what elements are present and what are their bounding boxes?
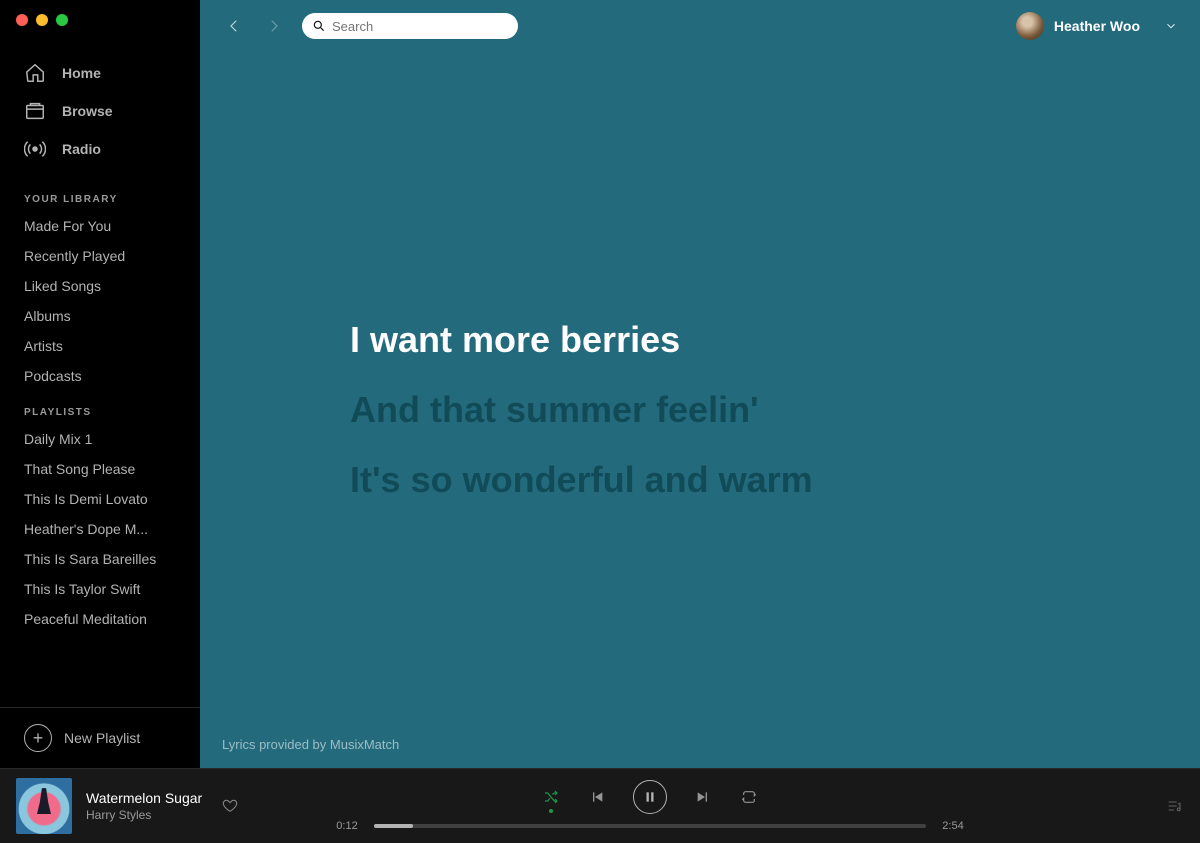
main-content: Heather Woo I want more berries And that… <box>200 0 1200 768</box>
like-button[interactable] <box>222 798 238 814</box>
library-item[interactable]: Artists <box>0 331 200 361</box>
window-traffic-lights <box>0 0 200 34</box>
lyric-line-current: I want more berries <box>350 319 1200 361</box>
new-playlist-label: New Playlist <box>64 730 140 746</box>
queue-icon[interactable] <box>1164 796 1184 816</box>
playlist-item[interactable]: Daily Mix 1 <box>0 424 200 454</box>
radio-icon <box>24 138 46 160</box>
top-bar: Heather Woo <box>200 0 1200 52</box>
nav-forward-button[interactable] <box>262 14 286 38</box>
lyrics-credit: Lyrics provided by MusixMatch <box>222 737 399 752</box>
lyric-line: It's so wonderful and warm <box>350 459 1200 501</box>
new-playlist-button[interactable]: + New Playlist <box>0 708 200 768</box>
shuffle-button[interactable] <box>541 787 561 807</box>
chevron-down-icon <box>1164 19 1178 33</box>
nav-label: Radio <box>62 141 101 157</box>
playlist-item[interactable]: Heather's Dope M... <box>0 514 200 544</box>
playlist-item[interactable]: This Is Demi Lovato <box>0 484 200 514</box>
time-elapsed: 0:12 <box>330 820 364 832</box>
search-input[interactable] <box>332 19 508 34</box>
player-right-controls <box>984 796 1184 816</box>
playlist-item[interactable]: That Song Please <box>0 454 200 484</box>
library-item[interactable]: Liked Songs <box>0 271 200 301</box>
playlist-item[interactable]: This Is Taylor Swift <box>0 574 200 604</box>
lyrics-view: I want more berries And that summer feel… <box>200 52 1200 768</box>
playlist-item[interactable]: Peaceful Meditation <box>0 604 200 634</box>
nav-back-button[interactable] <box>222 14 246 38</box>
window-maximize-button[interactable] <box>56 14 68 26</box>
now-playing: Watermelon Sugar Harry Styles <box>16 778 316 834</box>
nav-home[interactable]: Home <box>0 54 200 92</box>
plus-icon: + <box>24 724 52 752</box>
track-artist[interactable]: Harry Styles <box>86 808 202 822</box>
progress-row: 0:12 2:54 <box>330 820 970 832</box>
album-cover[interactable] <box>16 778 72 834</box>
previous-button[interactable] <box>587 787 607 807</box>
user-menu[interactable]: Heather Woo <box>1016 12 1178 40</box>
lyric-line: And that summer feelin' <box>350 389 1200 431</box>
playlist-item[interactable]: This Is Sara Bareilles <box>0 544 200 574</box>
pause-button[interactable] <box>633 780 667 814</box>
library-header: YOUR LIBRARY <box>0 178 200 211</box>
progress-bar[interactable] <box>374 824 926 828</box>
primary-nav: Home Browse Radio <box>0 34 200 178</box>
nav-radio[interactable]: Radio <box>0 130 200 168</box>
avatar <box>1016 12 1044 40</box>
nav-label: Browse <box>62 103 113 119</box>
sidebar: Home Browse Radio YOUR LIBRARY Made For … <box>0 0 200 768</box>
time-duration: 2:54 <box>936 820 970 832</box>
playback-controls: 0:12 2:54 <box>316 780 984 832</box>
user-name: Heather Woo <box>1054 18 1140 34</box>
browse-icon <box>24 100 46 122</box>
repeat-button[interactable] <box>739 787 759 807</box>
library-item[interactable]: Made For You <box>0 211 200 241</box>
search-box[interactable] <box>302 13 518 39</box>
playlists-header: PLAYLISTS <box>0 391 200 424</box>
home-icon <box>24 62 46 84</box>
window-minimize-button[interactable] <box>36 14 48 26</box>
player-bar: Watermelon Sugar Harry Styles <box>0 768 1200 843</box>
nav-label: Home <box>62 65 101 81</box>
track-title[interactable]: Watermelon Sugar <box>86 790 202 806</box>
window-close-button[interactable] <box>16 14 28 26</box>
search-icon <box>312 19 326 33</box>
library-item[interactable]: Recently Played <box>0 241 200 271</box>
library-item[interactable]: Albums <box>0 301 200 331</box>
next-button[interactable] <box>693 787 713 807</box>
nav-browse[interactable]: Browse <box>0 92 200 130</box>
library-item[interactable]: Podcasts <box>0 361 200 391</box>
